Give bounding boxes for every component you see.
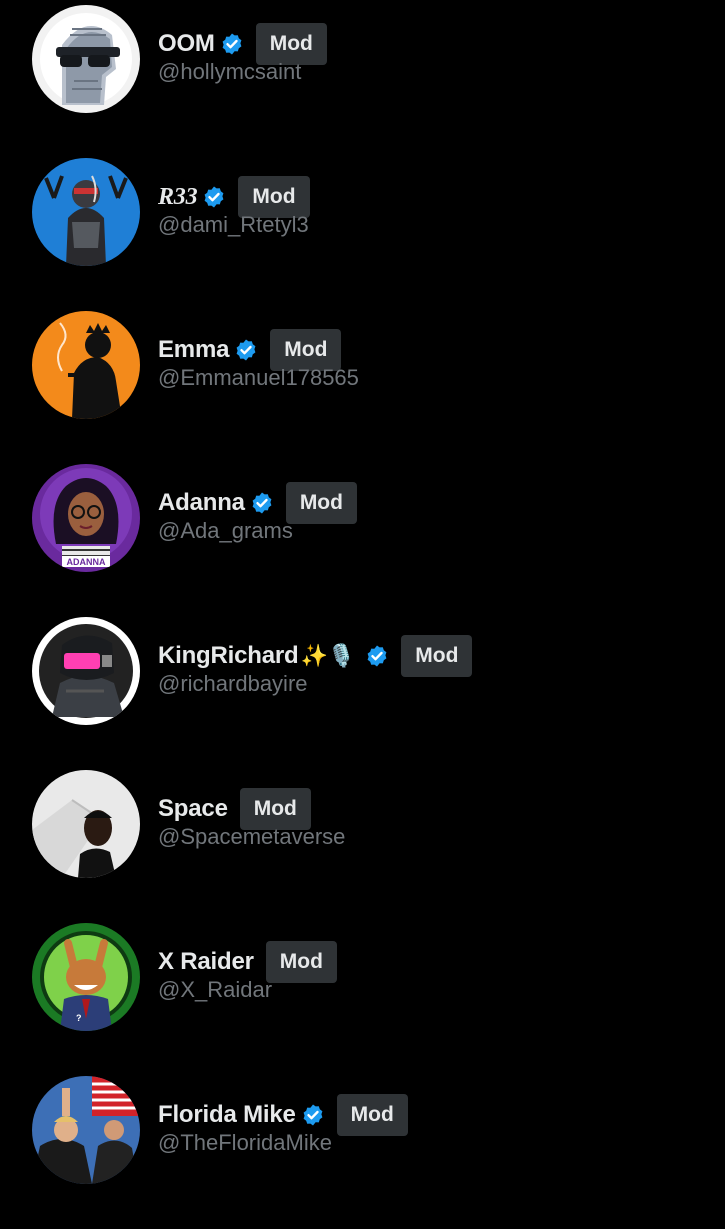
display-name: Adanna — [158, 489, 245, 516]
avatar[interactable]: ? — [32, 923, 140, 1031]
mod-role-chip: Mod — [401, 635, 473, 677]
user-handle: @Ada_grams — [158, 518, 293, 543]
verified-badge-icon — [250, 491, 274, 515]
user-row-emma[interactable]: Emma Mod @Emmanuel178565 — [0, 311, 725, 464]
user-row-oom[interactable]: OOM Mod @hollymcsaint — [0, 5, 725, 158]
user-info: Florida Mike Mod @TheFloridaMike — [158, 1094, 725, 1156]
verified-badge-icon — [301, 1103, 325, 1127]
display-name: Space — [158, 795, 228, 822]
user-handle: @hollymcsaint — [158, 59, 302, 84]
user-info: X Raider Mod @X_Raidar — [158, 941, 725, 1003]
user-row-kingrichard[interactable]: KingRichard ✨🎙️ Mod @richardbayire — [0, 617, 725, 770]
avatar[interactable] — [32, 617, 140, 725]
adanna-caption: ADANNA — [67, 557, 106, 567]
avatar-xraider-image: ? — [32, 923, 140, 1031]
user-info: Adanna Mod @Ada_grams — [158, 482, 725, 544]
user-info: Space Mod @Spacemetaverse — [158, 788, 725, 850]
avatar[interactable]: ADANNA — [32, 464, 140, 572]
avatar-emma-image — [32, 311, 140, 419]
verified-badge-icon — [220, 32, 244, 56]
display-name: KingRichard — [158, 642, 299, 669]
avatar[interactable] — [32, 1076, 140, 1184]
avatar-question-mark: ? — [76, 1013, 82, 1023]
user-row-space[interactable]: Space Mod @Spacemetaverse — [0, 770, 725, 923]
user-row-r33[interactable]: R33 Mod @dami_Rtetyl3 — [0, 158, 725, 311]
user-info: KingRichard ✨🎙️ Mod @richardbayire — [158, 635, 725, 697]
avatar-adanna-image: ADANNA — [32, 464, 140, 572]
display-name: Emma — [158, 336, 230, 363]
user-handle: @Emmanuel178565 — [158, 365, 359, 390]
verified-badge-icon — [365, 644, 389, 668]
display-name: R33 — [158, 183, 198, 210]
mod-role-chip: Mod — [336, 1094, 408, 1136]
verified-badge-icon — [202, 185, 226, 209]
display-name: X Raider — [158, 948, 254, 975]
user-handle: @Spacemetaverse — [158, 824, 346, 849]
avatar-space-image — [32, 770, 140, 878]
user-info: R33 Mod @dami_Rtetyl3 — [158, 176, 725, 238]
avatar-r33-image — [32, 158, 140, 266]
user-handle: @dami_Rtetyl3 — [158, 212, 309, 237]
avatar-oom-image — [32, 5, 140, 113]
display-name: OOM — [158, 30, 215, 57]
user-handle: @X_Raidar — [158, 977, 273, 1002]
user-handle: @TheFloridaMike — [158, 1130, 332, 1155]
moderators-list: OOM Mod @hollymcsaint R33 Mod @dami_Rtet… — [0, 0, 725, 1199]
verified-badge-icon — [234, 338, 258, 362]
user-info: Emma Mod @Emmanuel178565 — [158, 329, 725, 391]
mod-role-chip: Mod — [285, 482, 357, 524]
user-row-xraider[interactable]: ? X Raider Mod @X_Raidar — [0, 923, 725, 1076]
user-info: OOM Mod @hollymcsaint — [158, 23, 725, 85]
display-name: Florida Mike — [158, 1101, 296, 1128]
avatar-floridamike-image — [32, 1076, 140, 1184]
mod-role-chip: Mod — [265, 941, 337, 983]
user-row-adanna[interactable]: ADANNA Adanna Mod @Ada_grams — [0, 464, 725, 617]
avatar-kingrichard-image — [32, 617, 140, 725]
avatar[interactable] — [32, 158, 140, 266]
user-row-floridamike[interactable]: Florida Mike Mod @TheFloridaMike — [0, 1076, 725, 1229]
avatar[interactable] — [32, 770, 140, 878]
avatar[interactable] — [32, 5, 140, 113]
sparkles-microphone-emoji: ✨🎙️ — [300, 643, 356, 669]
avatar[interactable] — [32, 311, 140, 419]
